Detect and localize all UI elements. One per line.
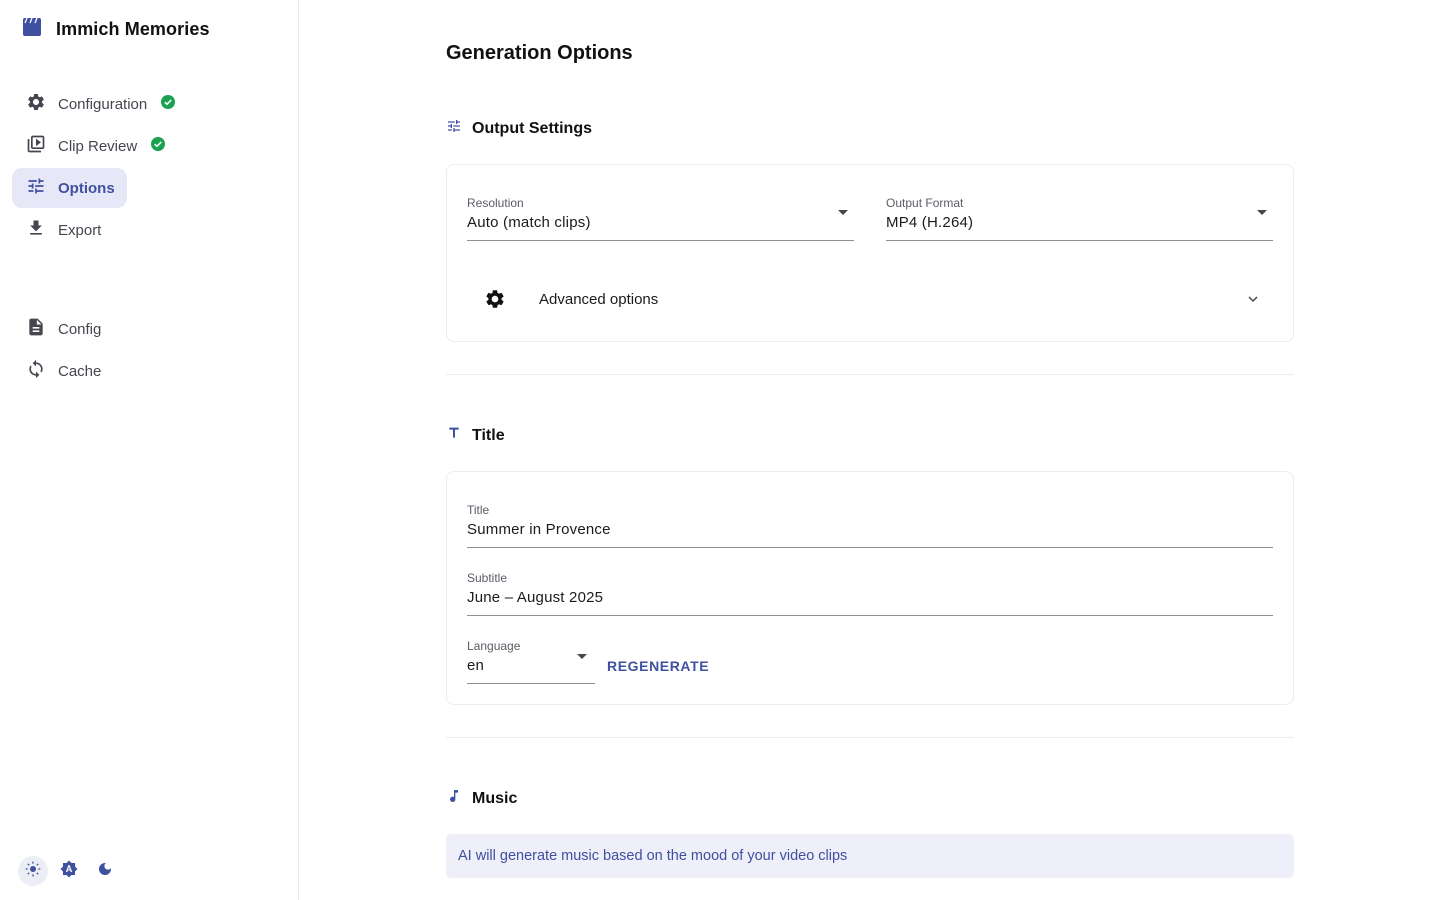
title-input[interactable]: Title Summer in Provence <box>467 503 1273 548</box>
nav-item-export[interactable]: Export <box>12 210 113 250</box>
clapperboard-icon <box>22 17 42 41</box>
title-card: Title Summer in Provence Subtitle June –… <box>446 471 1294 705</box>
section-title: Music <box>472 789 518 807</box>
sidebar: Immich Memories Configuration Clip Revie… <box>0 0 299 900</box>
language-select[interactable]: Language en <box>467 639 595 684</box>
chevron-down-icon <box>1245 291 1261 312</box>
document-icon <box>26 317 46 342</box>
field-label: Title <box>467 503 490 517</box>
title-section-header: Title <box>446 425 505 446</box>
moon-icon <box>97 861 113 882</box>
video-library-icon <box>26 134 46 159</box>
nav-item-config[interactable]: Config <box>12 309 113 349</box>
resolution-select[interactable]: Resolution Auto (match clips) <box>467 196 854 241</box>
gear-icon <box>26 92 46 117</box>
nav-label: Configuration <box>58 95 148 113</box>
text-format-icon <box>446 425 462 446</box>
dropdown-arrow-icon <box>838 210 848 215</box>
brightness-auto-icon <box>60 860 78 883</box>
music-section-header: Music <box>446 788 517 809</box>
field-value: en <box>467 657 485 674</box>
advanced-options-expander[interactable]: Advanced options <box>467 279 1273 319</box>
nav-item-clip-review[interactable]: Clip Review <box>12 126 177 166</box>
section-title: Output Settings <box>472 119 592 137</box>
output-settings-header: Output Settings <box>446 118 592 139</box>
app-brand: Immich Memories <box>22 17 210 41</box>
check-circle-icon <box>151 136 166 156</box>
field-label: Language <box>467 639 521 653</box>
nav-label: Cache <box>58 362 102 380</box>
output-settings-card: Resolution Auto (match clips) Output For… <box>446 164 1294 342</box>
sync-icon <box>26 359 46 384</box>
field-label: Output Format <box>886 196 964 210</box>
tune-icon <box>446 118 462 139</box>
section-divider <box>446 737 1294 738</box>
field-label: Resolution <box>467 196 524 210</box>
main-nav: Configuration Clip Review Options Export <box>12 84 287 252</box>
app-title: Immich Memories <box>56 19 210 39</box>
dropdown-arrow-icon <box>1257 210 1267 215</box>
gear-icon <box>484 288 506 315</box>
section-divider <box>446 374 1294 375</box>
auto-mode-button[interactable] <box>54 856 84 886</box>
dark-mode-button[interactable] <box>90 856 120 886</box>
nav-item-configuration[interactable]: Configuration <box>12 84 187 124</box>
field-value: Summer in Provence <box>467 521 611 538</box>
nav-label: Clip Review <box>58 137 138 155</box>
field-label: Subtitle <box>467 571 508 585</box>
regenerate-button[interactable]: REGENERATE <box>607 658 709 674</box>
section-title: Title <box>472 426 505 444</box>
check-circle-icon <box>161 94 176 114</box>
subtitle-input[interactable]: Subtitle June – August 2025 <box>467 571 1273 616</box>
download-icon <box>26 218 46 243</box>
nav-label: Options <box>58 179 115 197</box>
sun-icon <box>25 861 41 882</box>
nav-label: Config <box>58 320 102 338</box>
info-text: AI will generate music based on the mood… <box>458 848 848 864</box>
nav-label: Export <box>58 221 102 239</box>
output-format-select[interactable]: Output Format MP4 (H.264) <box>886 196 1273 241</box>
field-value: Auto (match clips) <box>467 214 591 231</box>
tune-icon <box>26 176 46 201</box>
dropdown-arrow-icon <box>577 654 587 659</box>
field-value: MP4 (H.264) <box>886 214 974 231</box>
secondary-nav: Config Cache <box>12 309 113 393</box>
page-title: Generation Options <box>446 42 633 64</box>
field-value: June – August 2025 <box>467 589 604 606</box>
theme-switcher <box>18 856 120 886</box>
music-note-icon <box>446 788 462 809</box>
music-info-banner: AI will generate music based on the mood… <box>446 834 1294 878</box>
nav-item-cache[interactable]: Cache <box>12 351 113 391</box>
advanced-options-label: Advanced options <box>539 290 659 308</box>
light-mode-button[interactable] <box>18 856 48 886</box>
nav-item-options[interactable]: Options <box>12 168 127 208</box>
